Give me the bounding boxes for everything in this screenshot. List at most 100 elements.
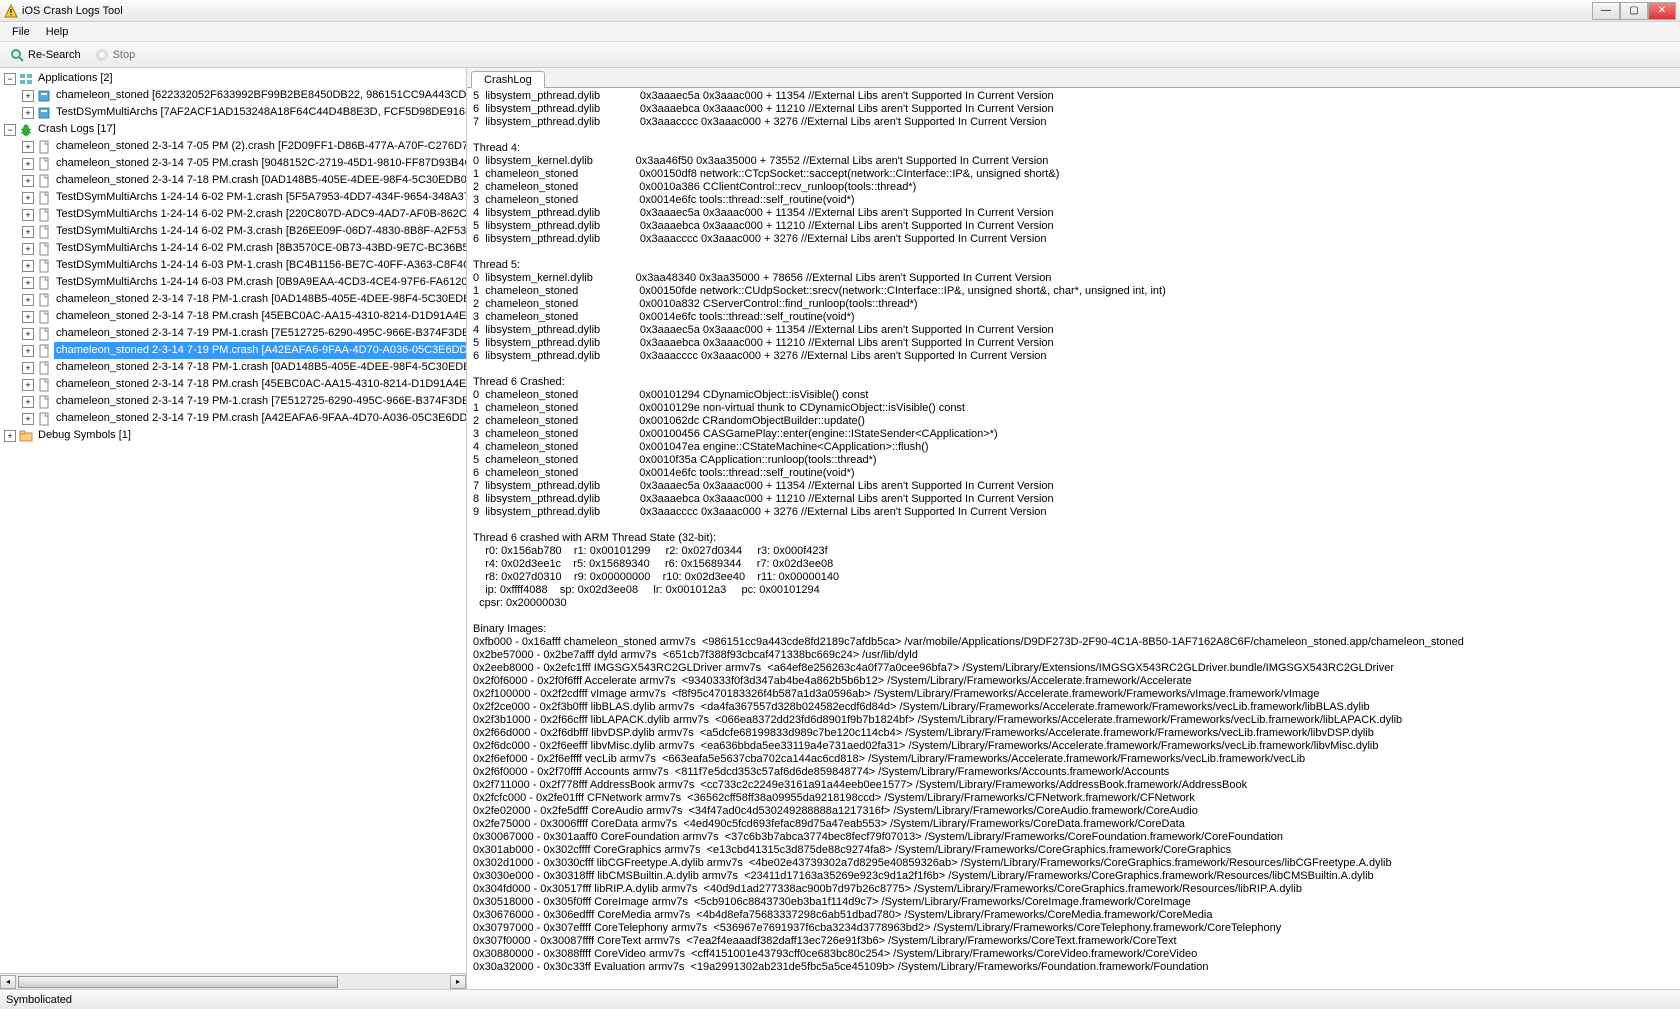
expand-toggle[interactable]: + bbox=[22, 107, 34, 119]
tree-label: chameleon_stoned 2-3-14 7-19 PM.crash [A… bbox=[54, 410, 466, 427]
file-icon bbox=[37, 412, 51, 426]
expand-toggle[interactable]: + bbox=[22, 158, 34, 170]
tree-label: TestDSymMultiArchs 1-24-14 6-03 PM-1.cra… bbox=[54, 257, 466, 274]
file-icon bbox=[37, 157, 51, 171]
tree-node-app[interactable]: +chameleon_stoned [622332052F633992BF99B… bbox=[22, 87, 462, 104]
expand-toggle[interactable]: − bbox=[4, 73, 16, 85]
tree-node-crash[interactable]: +TestDSymMultiArchs 1-24-14 6-02 PM-3.cr… bbox=[22, 223, 462, 240]
tree-node-debugsymbols[interactable]: + Debug Symbols [1] bbox=[4, 427, 462, 444]
expand-toggle[interactable]: + bbox=[22, 243, 34, 255]
tree-label: Debug Symbols [1] bbox=[36, 427, 133, 444]
file-icon bbox=[37, 395, 51, 409]
expand-toggle[interactable]: + bbox=[22, 90, 34, 102]
tree-node-crash[interactable]: +TestDSymMultiArchs 1-24-14 6-03 PM-1.cr… bbox=[22, 257, 462, 274]
toolbar: Re-Search Stop bbox=[0, 42, 1680, 68]
tree-label: chameleon_stoned 2-3-14 7-18 PM-1.crash … bbox=[54, 291, 466, 308]
tree-node-crash[interactable]: +chameleon_stoned 2-3-14 7-05 PM.crash [… bbox=[22, 155, 462, 172]
close-button[interactable]: ✕ bbox=[1648, 2, 1676, 20]
expand-toggle[interactable]: + bbox=[22, 345, 34, 357]
expand-toggle[interactable]: + bbox=[22, 260, 34, 272]
tree-label: chameleon_stoned [622332052F633992BF99B2… bbox=[54, 87, 466, 104]
research-label: Re-Search bbox=[28, 49, 81, 61]
expand-toggle[interactable]: + bbox=[22, 175, 34, 187]
tree-panel: − Applications [2] +chameleon_stoned [62… bbox=[0, 68, 467, 989]
app-icon bbox=[37, 106, 51, 120]
tree-container[interactable]: − Applications [2] +chameleon_stoned [62… bbox=[0, 68, 466, 973]
expand-toggle[interactable]: + bbox=[22, 277, 34, 289]
tree-label: Applications [2] bbox=[36, 70, 115, 87]
file-icon bbox=[37, 344, 51, 358]
bug-icon bbox=[19, 123, 33, 137]
file-icon bbox=[37, 327, 51, 341]
expand-toggle[interactable]: + bbox=[22, 294, 34, 306]
tree-node-applications[interactable]: − Applications [2] bbox=[4, 70, 462, 87]
expand-toggle[interactable]: − bbox=[4, 124, 16, 136]
research-button[interactable]: Re-Search bbox=[6, 46, 85, 64]
tab-bar: CrashLog bbox=[467, 68, 1680, 88]
stop-icon bbox=[95, 48, 109, 62]
menu-file[interactable]: File bbox=[4, 24, 38, 40]
tree-node-crash[interactable]: +chameleon_stoned 2-3-14 7-19 PM.crash [… bbox=[22, 342, 462, 359]
tree-node-crash[interactable]: +TestDSymMultiArchs 1-24-14 6-02 PM-2.cr… bbox=[22, 206, 462, 223]
tree-node-crash[interactable]: +TestDSymMultiArchs 1-24-14 6-02 PM-1.cr… bbox=[22, 189, 462, 206]
folder-icon bbox=[19, 429, 33, 443]
tree-label: chameleon_stoned 2-3-14 7-05 PM.crash [9… bbox=[54, 155, 466, 172]
tree-node-crash[interactable]: +chameleon_stoned 2-3-14 7-18 PM.crash [… bbox=[22, 376, 462, 393]
scroll-left-button[interactable]: ◂ bbox=[0, 975, 16, 989]
expand-toggle[interactable]: + bbox=[22, 141, 34, 153]
maximize-button[interactable]: ▢ bbox=[1620, 2, 1648, 20]
menu-help[interactable]: Help bbox=[38, 24, 77, 40]
scroll-track[interactable] bbox=[16, 975, 450, 989]
file-icon bbox=[37, 293, 51, 307]
expand-toggle[interactable]: + bbox=[22, 362, 34, 374]
tree-label: chameleon_stoned 2-3-14 7-19 PM.crash [A… bbox=[54, 342, 466, 359]
file-icon bbox=[37, 174, 51, 188]
tree-node-crash[interactable]: +chameleon_stoned 2-3-14 7-19 PM.crash [… bbox=[22, 410, 462, 427]
tree-label: chameleon_stoned 2-3-14 7-19 PM-1.crash … bbox=[54, 325, 466, 342]
expand-toggle[interactable]: + bbox=[22, 396, 34, 408]
search-icon bbox=[10, 48, 24, 62]
tree-label: TestDSymMultiArchs 1-24-14 6-02 PM-1.cra… bbox=[54, 189, 466, 206]
tree-label: TestDSymMultiArchs 1-24-14 6-03 PM.crash… bbox=[54, 274, 466, 291]
expand-toggle[interactable]: + bbox=[22, 311, 34, 323]
tree-node-crash[interactable]: +chameleon_stoned 2-3-14 7-18 PM-1.crash… bbox=[22, 291, 462, 308]
app-icon bbox=[4, 4, 18, 18]
expand-toggle[interactable]: + bbox=[22, 209, 34, 221]
file-icon bbox=[37, 276, 51, 290]
tree-node-crash[interactable]: +chameleon_stoned 2-3-14 7-19 PM-1.crash… bbox=[22, 393, 462, 410]
tree-node-crash[interactable]: +chameleon_stoned 2-3-14 7-19 PM-1.crash… bbox=[22, 325, 462, 342]
minimize-button[interactable]: — bbox=[1592, 2, 1620, 20]
menu-bar: File Help bbox=[0, 22, 1680, 42]
expand-toggle[interactable]: + bbox=[22, 192, 34, 204]
tree-label: chameleon_stoned 2-3-14 7-18 PM.crash [4… bbox=[54, 376, 466, 393]
log-content[interactable]: 5 libsystem_pthread.dylib 0x3aaaec5a 0x3… bbox=[467, 88, 1680, 989]
tree-node-crash[interactable]: +chameleon_stoned 2-3-14 7-18 PM.crash [… bbox=[22, 172, 462, 189]
status-text: Symbolicated bbox=[6, 994, 72, 1006]
stop-button[interactable]: Stop bbox=[91, 46, 140, 64]
app-icon bbox=[37, 89, 51, 103]
tree-label: TestDSymMultiArchs 1-24-14 6-02 PM.crash… bbox=[54, 240, 466, 257]
scroll-thumb[interactable] bbox=[18, 976, 338, 988]
tree-node-app[interactable]: +TestDSymMultiArchs [7AF2ACF1AD153248A18… bbox=[22, 104, 462, 121]
tree-node-crashlogs[interactable]: − Crash Logs [17] bbox=[4, 121, 462, 138]
expand-toggle[interactable]: + bbox=[22, 328, 34, 340]
tab-crashlog[interactable]: CrashLog bbox=[471, 71, 545, 88]
tree-node-crash[interactable]: +TestDSymMultiArchs 1-24-14 6-02 PM.cras… bbox=[22, 240, 462, 257]
tree-label: chameleon_stoned 2-3-14 7-18 PM.crash [0… bbox=[54, 172, 466, 189]
expand-toggle[interactable]: + bbox=[22, 226, 34, 238]
tree-node-crash[interactable]: +chameleon_stoned 2-3-14 7-18 PM-1.crash… bbox=[22, 359, 462, 376]
apps-icon bbox=[19, 72, 33, 86]
expand-toggle[interactable]: + bbox=[22, 413, 34, 425]
file-icon bbox=[37, 140, 51, 154]
file-icon bbox=[37, 191, 51, 205]
horizontal-scrollbar[interactable]: ◂ ▸ bbox=[0, 973, 466, 989]
expand-toggle[interactable]: + bbox=[22, 379, 34, 391]
tree-label: chameleon_stoned 2-3-14 7-05 PM (2).cras… bbox=[54, 138, 466, 155]
tree-node-crash[interactable]: +TestDSymMultiArchs 1-24-14 6-03 PM.cras… bbox=[22, 274, 462, 291]
scroll-right-button[interactable]: ▸ bbox=[450, 975, 466, 989]
file-icon bbox=[37, 208, 51, 222]
tree-label: chameleon_stoned 2-3-14 7-18 PM-1.crash … bbox=[54, 359, 466, 376]
tree-node-crash[interactable]: +chameleon_stoned 2-3-14 7-05 PM (2).cra… bbox=[22, 138, 462, 155]
tree-node-crash[interactable]: +chameleon_stoned 2-3-14 7-18 PM.crash [… bbox=[22, 308, 462, 325]
expand-toggle[interactable]: + bbox=[4, 430, 16, 442]
